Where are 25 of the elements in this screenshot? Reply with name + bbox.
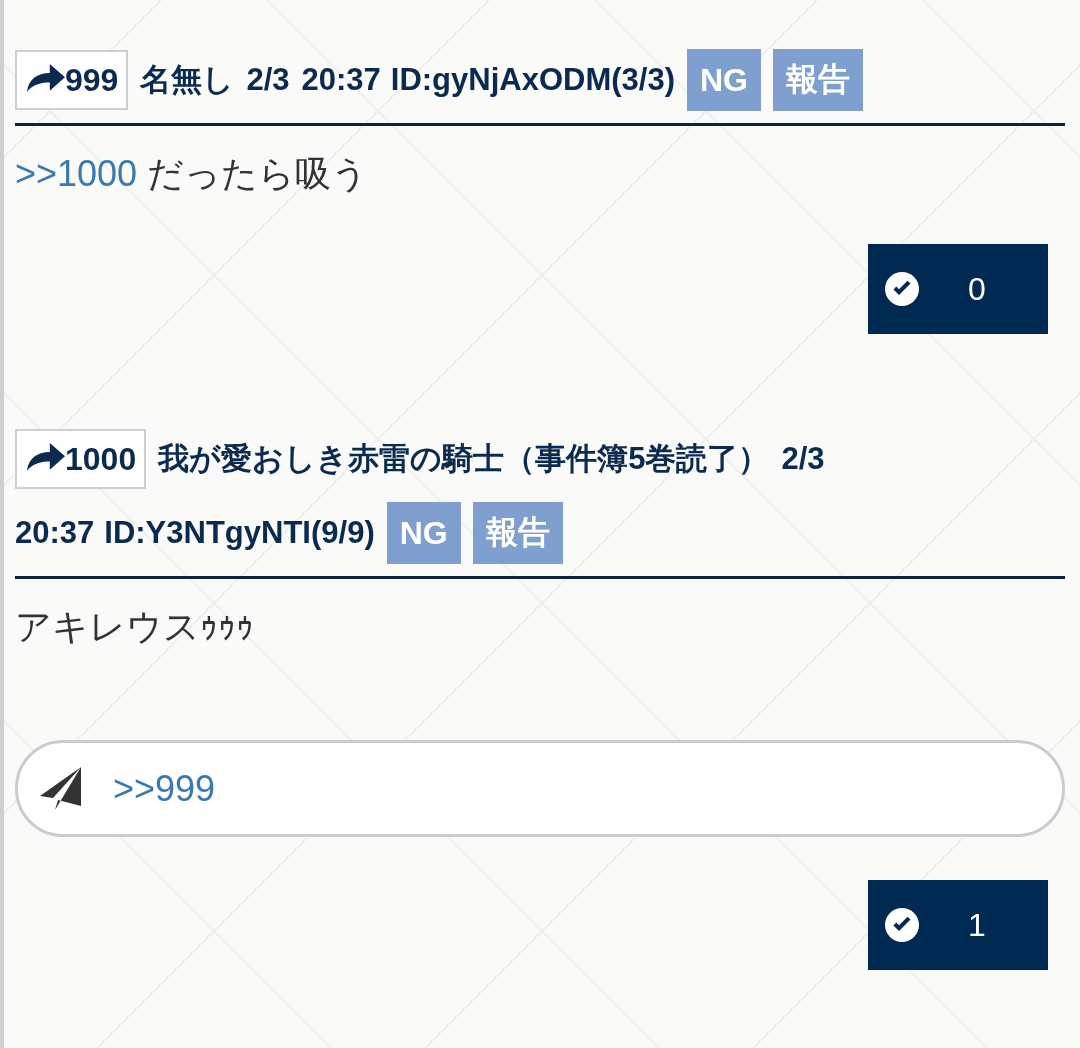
post-text: >>1000 だったら吸う (15, 152, 370, 196)
reply-number-button[interactable]: 1000 (15, 429, 147, 489)
post-id: ID:Y3NTgyNTI(9/9) (104, 514, 375, 552)
like-button[interactable]: 0 (868, 244, 1048, 334)
like-button[interactable]: 1 (868, 880, 1048, 970)
post-date: 2/3 (781, 440, 825, 478)
forward-arrow-icon (27, 443, 65, 471)
reply-number-button[interactable]: 999 (15, 50, 129, 110)
post-time: 20:37 (301, 61, 381, 99)
ng-button[interactable]: NG (687, 49, 761, 111)
post-text: アキレウスｩｩｩ (15, 605, 255, 649)
ng-button[interactable]: NG (386, 502, 461, 564)
post-id: ID:gyNjAxODM(3/3) (390, 61, 675, 99)
post-date: 2/3 (246, 61, 290, 99)
post-time: 20:37 (15, 514, 95, 552)
anchor-link[interactable]: >>1000 (15, 153, 138, 194)
check-circle-icon (885, 272, 919, 306)
reply-link[interactable]: >>999 (113, 767, 216, 810)
paper-plane-icon (40, 767, 81, 810)
report-button[interactable]: 報告 (773, 49, 863, 111)
report-button[interactable]: 報告 (472, 502, 563, 564)
author-name: 名無し (140, 61, 235, 99)
author-name: 我が愛おしき赤雷の騎士（事件簿5巻読了） (158, 440, 770, 478)
forward-arrow-icon (27, 64, 65, 92)
check-circle-icon (885, 908, 919, 942)
